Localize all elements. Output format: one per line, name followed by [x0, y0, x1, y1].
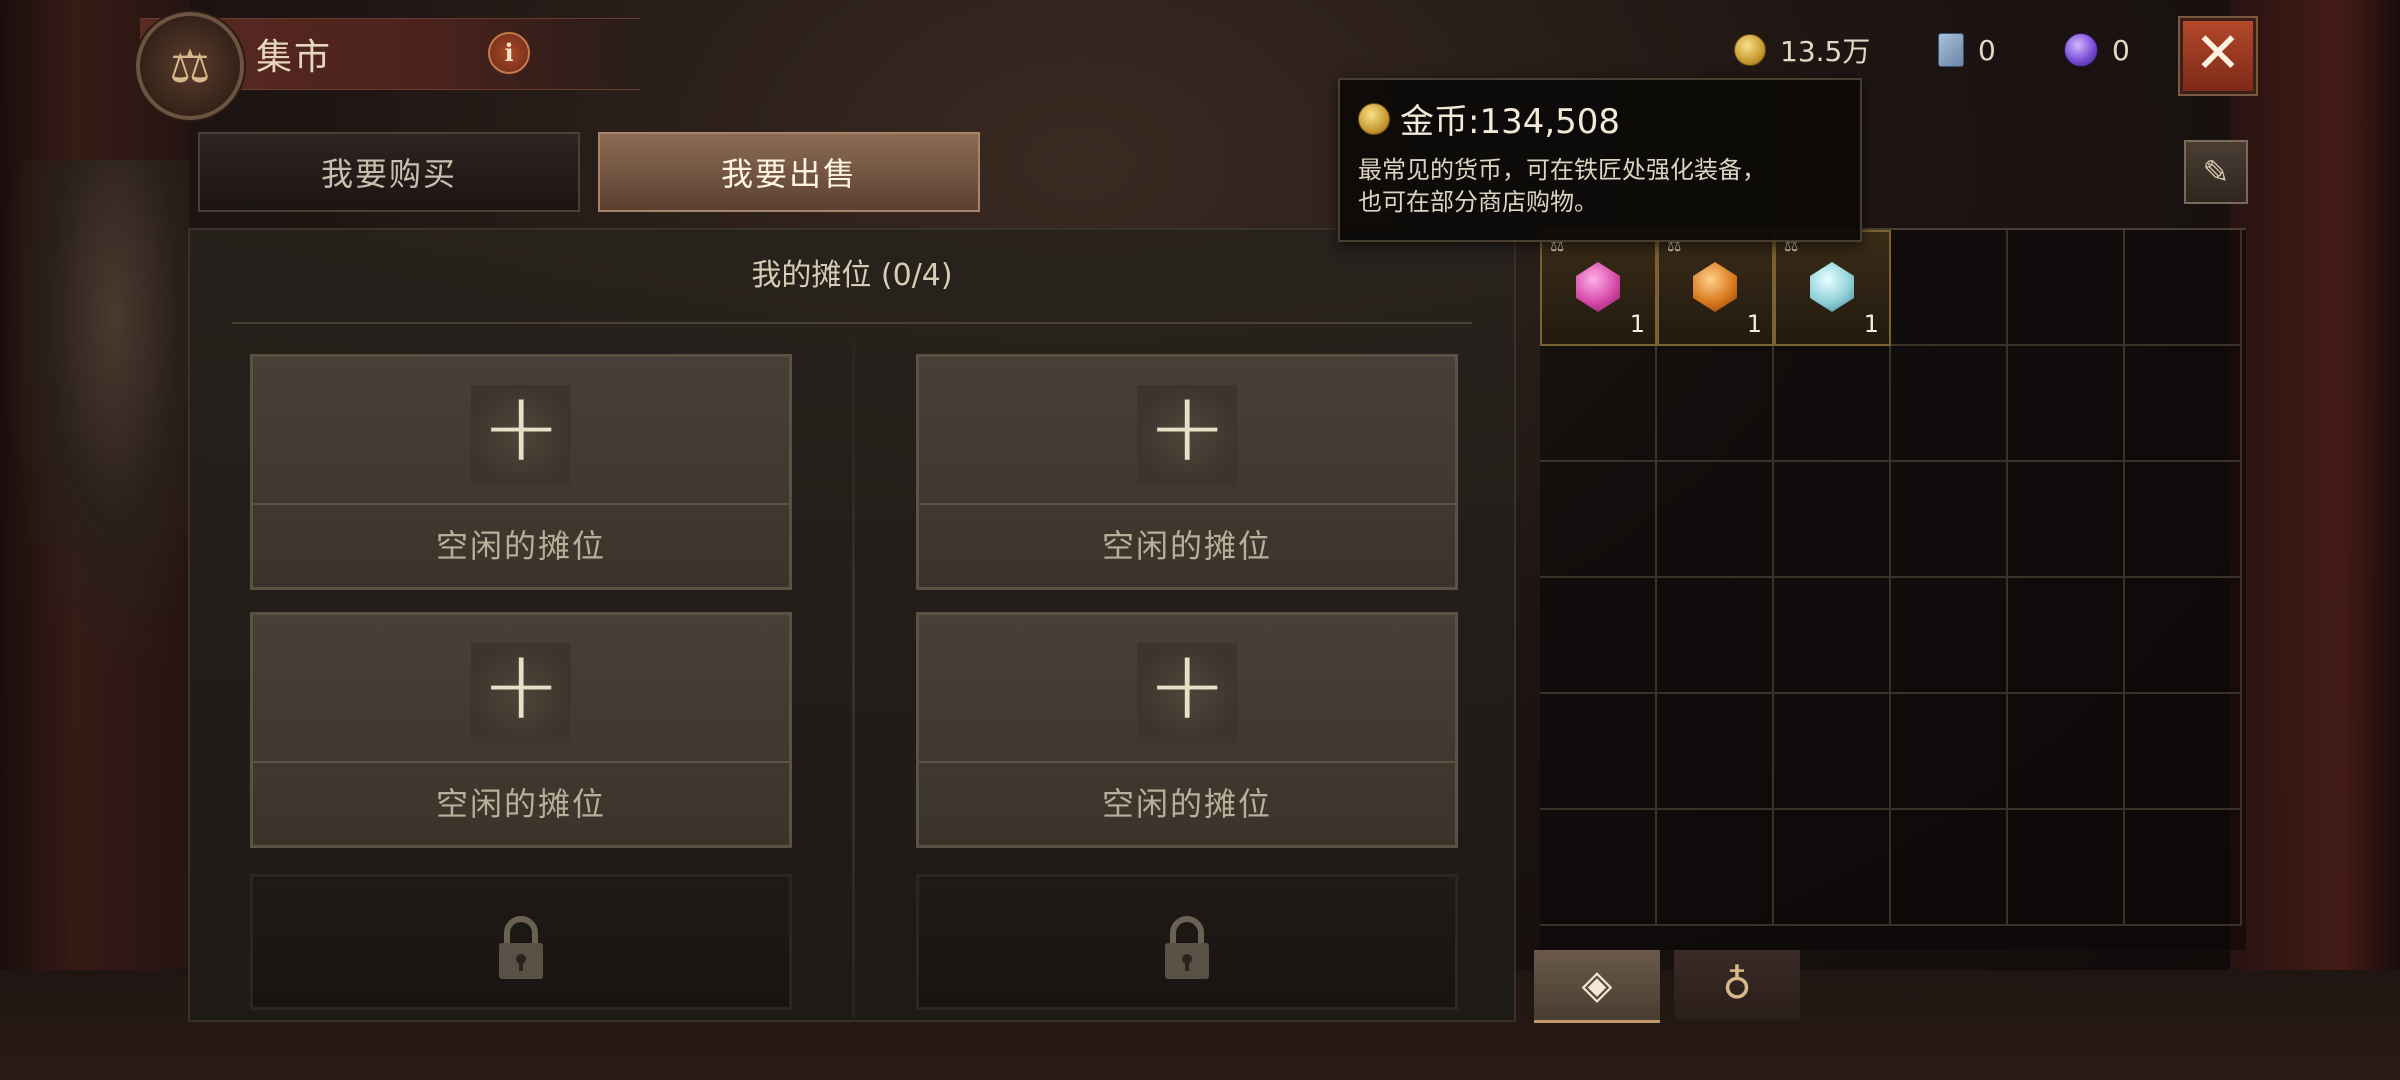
item-count: 1	[1863, 310, 1879, 338]
inventory-item-amber-gem[interactable]: ⚖ 1	[1657, 230, 1774, 346]
gold-coin-icon	[1734, 34, 1766, 66]
empty-stall-slot[interactable]: + 空闲的摊位	[916, 354, 1458, 590]
divider	[919, 503, 1455, 505]
inventory-slot[interactable]	[1657, 810, 1774, 926]
aqua-gem-icon	[1810, 262, 1854, 312]
divider	[852, 338, 855, 1018]
locked-stall-slot[interactable]	[916, 874, 1458, 1010]
inventory-slot[interactable]	[1774, 578, 1891, 694]
inventory-slot[interactable]	[2008, 346, 2125, 462]
inventory-slot[interactable]	[2125, 578, 2242, 694]
inventory-tabs: ◈ ♁	[1534, 950, 1800, 1023]
currency-gold-value: 13.5万	[1780, 35, 1871, 68]
add-icon: +	[481, 629, 562, 741]
inventory-slot[interactable]	[1774, 462, 1891, 578]
background-curtain-right	[2230, 0, 2400, 1080]
divider	[232, 322, 1472, 324]
stall-header: 我的摊位 (0/4)	[751, 258, 953, 293]
background-armor	[0, 160, 190, 680]
inventory-grid: ⚖ 1 ⚖ 1 ⚖ 1	[1540, 228, 2246, 950]
divider	[919, 761, 1455, 763]
stall-panel: 我的摊位 (0/4) + 空闲的摊位 + 空闲的摊位 + 空闲的摊位 + 空闲的…	[188, 228, 1516, 1022]
currency-orb[interactable]: 0	[2064, 30, 2130, 70]
locked-stall-slot[interactable]	[250, 874, 792, 1010]
item-count: 1	[1746, 310, 1762, 338]
tooltip-description-line: 最常见的货币，可在铁匠处强化装备，	[1358, 156, 1766, 184]
page-title: 集市	[256, 37, 333, 78]
tab-buy[interactable]: 我要购买	[198, 132, 580, 212]
slot-label: 空闲的摊位	[1101, 785, 1272, 823]
edit-list-icon[interactable]: ✎	[2184, 140, 2248, 204]
slot-label: 空闲的摊位	[1101, 527, 1272, 565]
tooltip-description-line: 也可在部分商店购物。	[1358, 188, 1598, 216]
tab-bag[interactable]: ♁	[1674, 950, 1800, 1020]
gems-icon: ◈	[1581, 962, 1613, 1008]
inventory-slot[interactable]	[1891, 230, 2008, 346]
inventory-item-aqua-gem[interactable]: ⚖ 1	[1774, 230, 1891, 346]
inventory-slot[interactable]	[1657, 694, 1774, 810]
inventory-slot[interactable]	[1891, 462, 2008, 578]
tab-gems[interactable]: ◈	[1534, 950, 1660, 1023]
inventory-slot[interactable]	[1774, 810, 1891, 926]
inventory-slot[interactable]	[2008, 230, 2125, 346]
inventory-slot[interactable]	[2125, 346, 2242, 462]
inventory-slot[interactable]	[2008, 578, 2125, 694]
purple-orb-icon	[2064, 33, 2098, 67]
inventory-slot[interactable]	[1891, 346, 2008, 462]
inventory-slot[interactable]	[2008, 694, 2125, 810]
inventory-slot[interactable]	[1891, 578, 2008, 694]
lock-icon	[1165, 916, 1209, 979]
slot-label: 空闲的摊位	[435, 527, 606, 565]
inventory-slot[interactable]	[1891, 810, 2008, 926]
divider	[253, 761, 789, 763]
slot-label: 空闲的摊位	[435, 785, 606, 823]
close-button[interactable]: ✕	[2180, 18, 2256, 94]
inventory-slot[interactable]	[1540, 578, 1657, 694]
currency-card-value: 0	[1978, 33, 1996, 67]
tab-sell[interactable]: 我要出售	[598, 132, 980, 212]
add-icon: +	[481, 371, 562, 483]
inventory-slot[interactable]	[1774, 346, 1891, 462]
inventory-slot[interactable]	[1540, 462, 1657, 578]
inventory-slot[interactable]	[2008, 810, 2125, 926]
pink-gem-icon	[1576, 262, 1620, 312]
add-icon: +	[1147, 629, 1228, 741]
inventory-slot[interactable]	[1774, 694, 1891, 810]
currency-orb-value: 0	[2112, 33, 2130, 67]
inventory-slot[interactable]	[2125, 230, 2242, 346]
currency-card[interactable]: 0	[1938, 30, 1996, 70]
inventory-slot[interactable]	[2125, 694, 2242, 810]
gold-tooltip: 金币:134,508 最常见的货币，可在铁匠处强化装备， 也可在部分商店购物。	[1338, 78, 1862, 242]
empty-stall-slot[interactable]: + 空闲的摊位	[250, 354, 792, 590]
lock-icon	[499, 916, 543, 979]
inventory-slot[interactable]	[2008, 462, 2125, 578]
inventory-slot[interactable]	[2125, 810, 2242, 926]
inventory-slot[interactable]	[1657, 462, 1774, 578]
divider	[253, 503, 789, 505]
amber-gem-icon	[1693, 262, 1737, 312]
info-button[interactable]: i	[488, 32, 530, 74]
tooltip-title-text: 金币:134,508	[1400, 102, 1621, 142]
inventory-slot[interactable]	[1891, 694, 2008, 810]
bag-icon: ♁	[1722, 962, 1752, 1008]
item-count: 1	[1629, 310, 1645, 338]
inventory-slot[interactable]	[1657, 346, 1774, 462]
tooltip-description: 最常见的货币，可在铁匠处强化装备， 也可在部分商店购物。	[1358, 154, 1848, 218]
card-icon	[1938, 33, 1964, 67]
empty-stall-slot[interactable]: + 空闲的摊位	[250, 612, 792, 848]
empty-stall-slot[interactable]: + 空闲的摊位	[916, 612, 1458, 848]
tooltip-title: 金币:134,508	[1358, 94, 1620, 143]
inventory-slot[interactable]	[1657, 578, 1774, 694]
inventory-item-pink-gem[interactable]: ⚖ 1	[1540, 230, 1657, 346]
inventory-slot[interactable]	[1540, 694, 1657, 810]
currency-gold[interactable]: 13.5万	[1734, 30, 1870, 70]
scales-emblem-icon: ⚖	[136, 12, 244, 120]
inventory-slot[interactable]	[1540, 346, 1657, 462]
inventory-slot[interactable]	[1540, 810, 1657, 926]
gold-coin-icon	[1358, 102, 1390, 135]
inventory-slot[interactable]	[2125, 462, 2242, 578]
add-icon: +	[1147, 371, 1228, 483]
